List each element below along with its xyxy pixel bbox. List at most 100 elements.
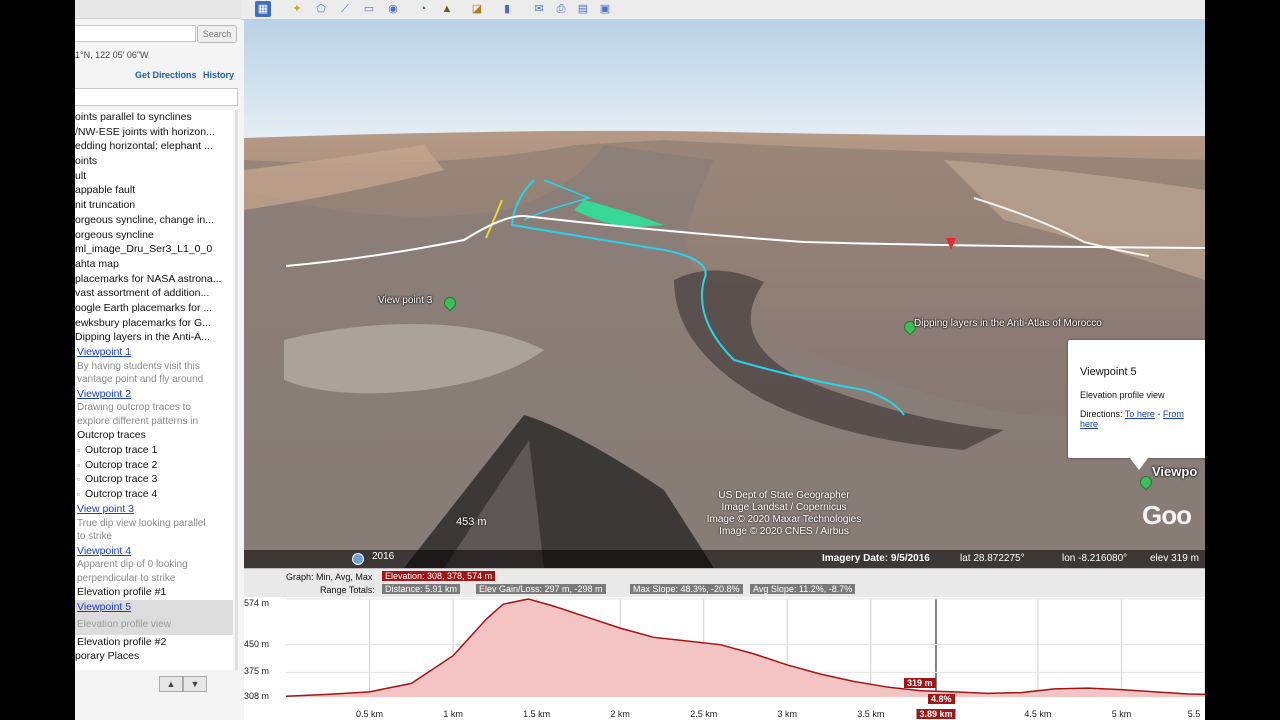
place-item[interactable]: oints	[75, 154, 233, 169]
place-description: Drawing outcrop traces to	[75, 401, 233, 415]
profile-chart[interactable]	[244, 569, 1205, 720]
x-tick-label: 3.89 km	[916, 709, 956, 719]
place-item[interactable]: Elevation profile #2	[75, 635, 233, 650]
place-label: vast assortment of addition...	[75, 287, 210, 300]
place-item[interactable]: Viewpoint 1	[75, 345, 233, 360]
place-item[interactable]: orgeous syncline	[75, 228, 233, 243]
place-item[interactable]: Dipping layers in the Anti-A...	[75, 330, 233, 345]
x-tick-label: 3.5 km	[857, 709, 885, 719]
sky-icon[interactable]: ◪	[469, 1, 485, 17]
historical-clock-icon[interactable]	[352, 553, 364, 565]
place-item[interactable]: /NW-ESE joints with horizon...	[75, 125, 233, 140]
place-label: Outcrop trace 4	[85, 488, 158, 501]
x-tick-label: 5 km	[1111, 709, 1132, 719]
place-item[interactable]: ahta map	[75, 257, 233, 272]
place-item[interactable]: ult	[75, 169, 233, 184]
place-label: orgeous syncline, change in...	[75, 213, 214, 226]
history-link[interactable]: History	[203, 70, 234, 80]
attribution-line: US Dept of State Geographer	[718, 490, 850, 501]
place-item[interactable]: ▫ Outcrop trace 2	[75, 458, 233, 473]
from-here-link[interactable]: From	[1163, 409, 1184, 419]
place-item[interactable]: ▫ Outcrop trace 4	[75, 487, 233, 502]
place-label: oints	[75, 155, 98, 168]
place-label: Outcrop trace 3	[85, 473, 158, 486]
dipping-layers-label[interactable]: Dipping layers in the Anti-Atlas of Moro…	[914, 318, 1102, 329]
place-description: perpendicular to strike	[75, 572, 233, 586]
print-icon[interactable]: ⎙	[553, 1, 569, 17]
places-filter-box[interactable]	[75, 88, 238, 106]
trace-line-icon: ▫	[77, 475, 80, 485]
balloon-directions: Directions: To here - From here	[1080, 409, 1204, 429]
place-item[interactable]: porary Places	[75, 649, 233, 664]
place-item[interactable]: ▫ Outcrop trace 1	[75, 443, 233, 458]
tour-icon[interactable]: ◉	[385, 1, 401, 17]
place-label: View point 3	[77, 502, 135, 515]
place-description: Apparent dip of 0 looking	[75, 558, 233, 572]
place-label: ewksbury placemarks for G...	[75, 316, 211, 329]
email-icon[interactable]: ✉	[531, 1, 547, 17]
search-input[interactable]	[75, 25, 196, 42]
place-item[interactable]: oints parallel to synclines	[75, 110, 233, 125]
place-item[interactable]: Viewpoint 2	[75, 387, 233, 402]
main-toolbar: ▦ ✦ ⬠ ⟋ ▭ ◉ ◔ ▲ ◪ ▮ ✉ ⎙ ▤ ▣	[241, 0, 1205, 20]
place-label: Apparent dip of 0 looking	[77, 559, 188, 571]
marker-elevation: 319 m	[904, 678, 936, 688]
place-item[interactable]: ▫ Outcrop trace 3	[75, 472, 233, 487]
x-tick-label: 2.5 km	[690, 709, 718, 719]
to-here-link[interactable]: To here	[1125, 409, 1155, 419]
placemark-icon[interactable]: ✦	[289, 1, 305, 17]
viewpoint5-map-label[interactable]: Viewpo	[1152, 464, 1197, 479]
place-item[interactable]: oogle Earth placemarks for ...	[75, 301, 233, 316]
place-label: perpendicular to strike	[77, 572, 176, 584]
place-item[interactable]: Elevation profile #1	[75, 585, 233, 600]
maps-icon[interactable]: ▣	[597, 1, 613, 17]
place-item[interactable]: edding horizontal; elephant ...	[75, 139, 233, 154]
x-tick-label: 5.5	[1187, 709, 1201, 719]
place-label: Outcrop trace 1	[85, 444, 158, 457]
save-image-icon[interactable]: ▤	[575, 1, 591, 17]
place-label: Viewpoint 2	[77, 387, 132, 400]
place-item[interactable]: vast assortment of addition...	[75, 286, 233, 301]
move-up-button[interactable]: ▲	[159, 676, 183, 692]
place-item[interactable]: appable fault	[75, 183, 233, 198]
place-label: Elevation profile #2	[77, 635, 167, 648]
place-item[interactable]: Viewpoint 4	[75, 544, 233, 559]
place-label: nit truncation	[75, 199, 136, 212]
get-directions-link[interactable]: Get Directions	[135, 70, 197, 80]
move-down-button[interactable]: ▼	[183, 676, 207, 692]
place-item[interactable]: Viewpoint 5	[75, 599, 233, 615]
places-scrollbar[interactable]	[235, 110, 238, 670]
place-item[interactable]: View point 3	[75, 502, 233, 517]
place-label: ml_image_Dru_Ser3_L1_0_0	[75, 243, 213, 256]
place-item[interactable]: Outcrop traces	[75, 428, 233, 443]
search-button[interactable]: Search	[197, 25, 237, 43]
place-item[interactable]: ewksbury placemarks for G...	[75, 316, 233, 331]
place-label: Viewpoint 1	[77, 346, 132, 358]
place-item[interactable]: placemarks for NASA astrona...	[75, 272, 233, 287]
directions-separator: -	[1154, 409, 1163, 419]
trace-line-icon: ▫	[77, 446, 80, 456]
place-label: Viewpoint 4	[77, 544, 132, 557]
sidebar-toggle-icon[interactable]: ▦	[255, 1, 271, 17]
ruler-icon[interactable]: ▮	[499, 1, 515, 17]
place-item[interactable]: ml_image_Dru_Ser3_L1_0_0	[75, 242, 233, 257]
sun-icon[interactable]: ▲	[439, 1, 455, 17]
x-tick-label: 1.5 km	[523, 709, 551, 719]
polygon-icon[interactable]: ⬠	[313, 1, 329, 17]
elevation-area	[286, 599, 1205, 697]
place-description: True dip view looking parallel	[75, 517, 233, 531]
place-item[interactable]: nit truncation	[75, 198, 233, 213]
path-icon[interactable]: ⟋	[337, 1, 353, 17]
place-label: porary Places	[75, 650, 140, 663]
place-description: explore different patterns in	[75, 415, 233, 429]
overlay-icon[interactable]: ▭	[361, 1, 377, 17]
from-here-link-2[interactable]: here	[1080, 419, 1098, 429]
imagery-year: 2016	[372, 551, 395, 562]
map-view[interactable]: View point 3 Dipping layers in the Anti-…	[244, 20, 1205, 568]
place-item[interactable]: orgeous syncline, change in...	[75, 213, 233, 228]
marker-slope: 4.8%	[928, 694, 955, 704]
viewpoint3-label[interactable]: View point 3	[378, 295, 432, 306]
historical-imagery-icon[interactable]: ◔	[415, 1, 431, 17]
place-label: Outcrop traces	[77, 429, 146, 442]
place-label: edding horizontal; elephant ...	[75, 140, 213, 153]
